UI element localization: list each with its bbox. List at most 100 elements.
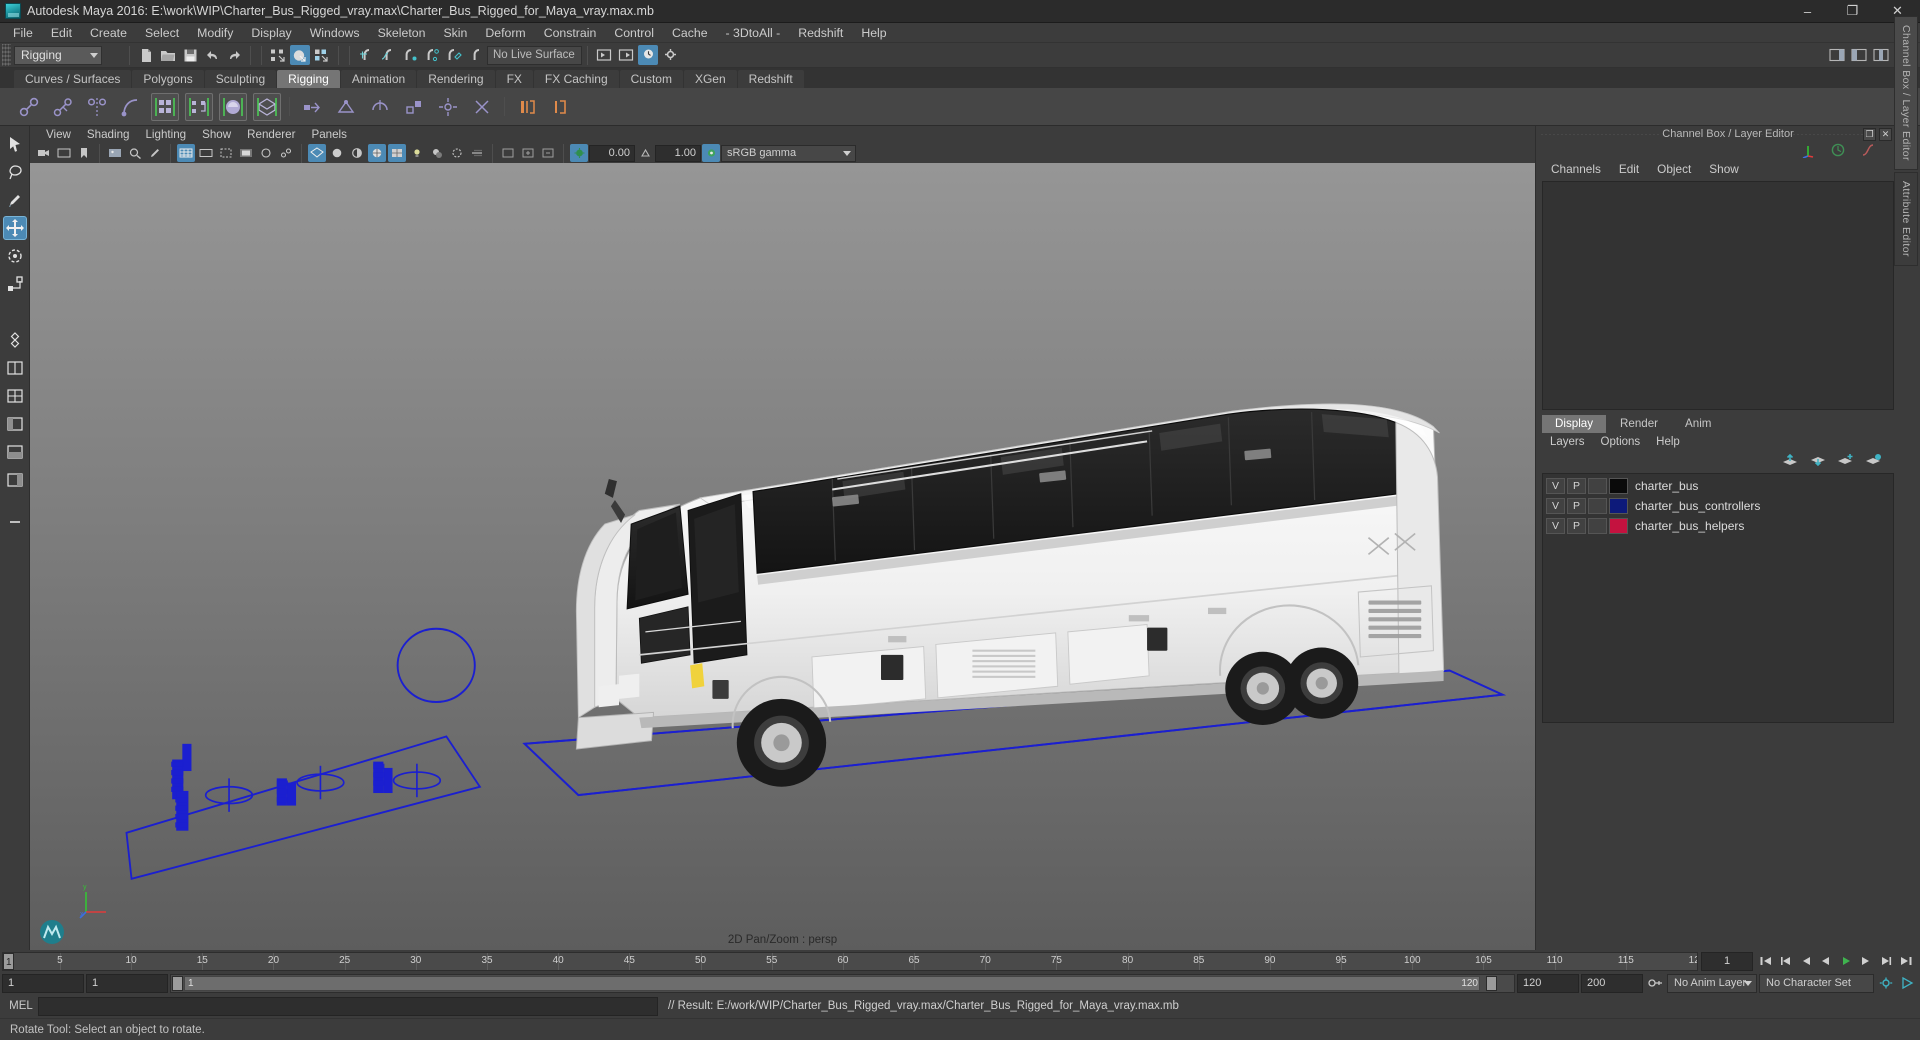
- maximize-button[interactable]: ❐: [1830, 0, 1875, 23]
- panel-float-button[interactable]: ❐: [1863, 128, 1876, 141]
- ambient-occlusion-icon[interactable]: [448, 144, 466, 162]
- select-by-object-icon[interactable]: [290, 45, 310, 65]
- menu-select[interactable]: Select: [136, 23, 188, 43]
- layer-name[interactable]: charter_bus_helpers: [1635, 519, 1744, 533]
- menu-windows[interactable]: Windows: [301, 23, 369, 43]
- bookmark-icon[interactable]: [75, 144, 93, 162]
- gamma-field[interactable]: 1.00: [655, 144, 701, 162]
- current-frame-field[interactable]: 1: [1701, 951, 1753, 971]
- shelf-tab-curves-surfaces[interactable]: Curves / Surfaces: [14, 70, 132, 88]
- shadows-icon[interactable]: [428, 144, 446, 162]
- statusline-gripper[interactable]: [2, 44, 11, 66]
- parent-constraint-icon[interactable]: [298, 93, 326, 121]
- menu-deform[interactable]: Deform: [476, 23, 534, 43]
- open-render-view-icon[interactable]: [594, 45, 614, 65]
- select-camera-icon[interactable]: [35, 144, 53, 162]
- layout-hypershade-icon[interactable]: [3, 440, 27, 464]
- menu-help[interactable]: Help: [852, 23, 895, 43]
- play-backwards-icon[interactable]: [1817, 952, 1835, 970]
- create-cluster-icon[interactable]: [547, 93, 575, 121]
- snap-to-point-icon[interactable]: [400, 45, 420, 65]
- open-scene-icon[interactable]: [158, 45, 178, 65]
- undo-icon[interactable]: [202, 45, 222, 65]
- add-layout-icon[interactable]: [3, 510, 27, 534]
- shelf-tab-custom[interactable]: Custom: [619, 70, 683, 88]
- viewport-menu-renderer[interactable]: Renderer: [239, 126, 303, 143]
- go-to-end-icon[interactable]: [1897, 952, 1915, 970]
- channel-speed-icon[interactable]: [1830, 142, 1846, 161]
- layer-menu-options[interactable]: Options: [1593, 433, 1649, 451]
- wireframe-on-shaded-icon[interactable]: [368, 144, 386, 162]
- layer-visibility-toggle[interactable]: V: [1546, 498, 1565, 514]
- ipr-render-icon[interactable]: [638, 45, 658, 65]
- grease-pencil-icon[interactable]: [146, 144, 164, 162]
- anim-layer-selector[interactable]: No Anim Layer: [1667, 973, 1757, 993]
- create-deformer-icon[interactable]: [513, 93, 541, 121]
- last-tool-icon[interactable]: [3, 328, 27, 352]
- layout-single-view-icon[interactable]: [3, 356, 27, 380]
- menu-set-selector[interactable]: Rigging: [14, 45, 102, 65]
- layer-display-type-toggle[interactable]: [1588, 478, 1607, 494]
- lasso-tool-icon[interactable]: [3, 160, 27, 184]
- create-joint-icon[interactable]: [15, 93, 43, 121]
- step-forward-frame-icon[interactable]: [1857, 952, 1875, 970]
- snap-to-projected-center-icon[interactable]: [422, 45, 442, 65]
- go-to-start-icon[interactable]: [1757, 952, 1775, 970]
- snap-to-curve-icon[interactable]: [378, 45, 398, 65]
- resolution-gate-icon[interactable]: [217, 144, 235, 162]
- isolate-select-remove-icon[interactable]: [539, 144, 557, 162]
- color-profile-selector[interactable]: sRGB gamma: [721, 144, 856, 162]
- mel-command-input[interactable]: [38, 996, 658, 1016]
- layer-name[interactable]: charter_bus_controllers: [1635, 499, 1760, 513]
- xray-joints-icon[interactable]: [277, 144, 295, 162]
- step-back-frame-icon[interactable]: [1797, 952, 1815, 970]
- layer-display-type-toggle[interactable]: [1588, 518, 1607, 534]
- shelf-tab-polygons[interactable]: Polygons: [132, 70, 204, 88]
- persp-viewport[interactable]: 2D Pan/Zoom : persp y x: [30, 163, 1535, 950]
- texture-display-icon[interactable]: [388, 144, 406, 162]
- side-tab-channel-box-layer-editor[interactable]: Channel Box / Layer Editor: [1894, 16, 1918, 170]
- auto-key-icon[interactable]: [1646, 974, 1664, 992]
- range-start-handle[interactable]: [172, 975, 183, 991]
- new-scene-icon[interactable]: [136, 45, 156, 65]
- range-start-field[interactable]: 1: [2, 973, 84, 993]
- menu-skeleton[interactable]: Skeleton: [369, 23, 435, 43]
- shelf-tab-sculpting[interactable]: Sculpting: [204, 70, 277, 88]
- show-hide-attribute-editor-icon[interactable]: [1849, 45, 1869, 65]
- anim-end-field[interactable]: 120: [1517, 973, 1579, 993]
- layer-tab-anim[interactable]: Anim: [1672, 415, 1725, 433]
- snap-to-view-plane-icon[interactable]: [444, 45, 464, 65]
- channelbox-menu-channels[interactable]: Channels: [1542, 160, 1610, 179]
- xray-icon[interactable]: [257, 144, 275, 162]
- mirror-joint-icon[interactable]: [83, 93, 111, 121]
- exposure-toggle-icon[interactable]: [570, 144, 588, 162]
- animation-preferences-icon[interactable]: [1877, 974, 1895, 992]
- save-scene-icon[interactable]: [180, 45, 200, 65]
- gamma-toggle-icon[interactable]: [636, 144, 654, 162]
- menu-modify[interactable]: Modify: [188, 23, 242, 43]
- select-tool-icon[interactable]: [3, 132, 27, 156]
- exposure-field[interactable]: 0.00: [589, 144, 635, 162]
- layout-outliner-persp-icon[interactable]: [3, 468, 27, 492]
- playback-end-field[interactable]: 200: [1581, 973, 1643, 993]
- shelf-tab-redshift[interactable]: Redshift: [737, 70, 804, 88]
- camera-attributes-icon[interactable]: [55, 144, 73, 162]
- bind-skin-icon[interactable]: [151, 92, 179, 121]
- color-management-icon[interactable]: [702, 144, 720, 162]
- create-layer-from-selected-icon[interactable]: [1865, 453, 1882, 470]
- range-inner-bar[interactable]: 1: [184, 975, 1480, 991]
- grid-toggle-icon[interactable]: [177, 144, 195, 162]
- show-hide-sidebar-icon[interactable]: [1827, 45, 1847, 65]
- side-tab-attribute-editor[interactable]: Attribute Editor: [1894, 171, 1918, 266]
- layer-visibility-toggle[interactable]: V: [1546, 518, 1565, 534]
- aim-constraint-icon[interactable]: [434, 93, 462, 121]
- channelbox-menu-object[interactable]: Object: [1648, 160, 1700, 179]
- redo-icon[interactable]: [224, 45, 244, 65]
- anim-start-field[interactable]: 1: [86, 973, 168, 993]
- shelf-tab-fx[interactable]: FX: [495, 70, 533, 88]
- layer-display-type-toggle[interactable]: [1588, 498, 1607, 514]
- paint-skin-weights-icon[interactable]: [185, 92, 213, 121]
- layer-tab-render[interactable]: Render: [1607, 415, 1672, 433]
- point-constraint-icon[interactable]: [332, 93, 360, 121]
- layer-name[interactable]: charter_bus: [1635, 479, 1698, 493]
